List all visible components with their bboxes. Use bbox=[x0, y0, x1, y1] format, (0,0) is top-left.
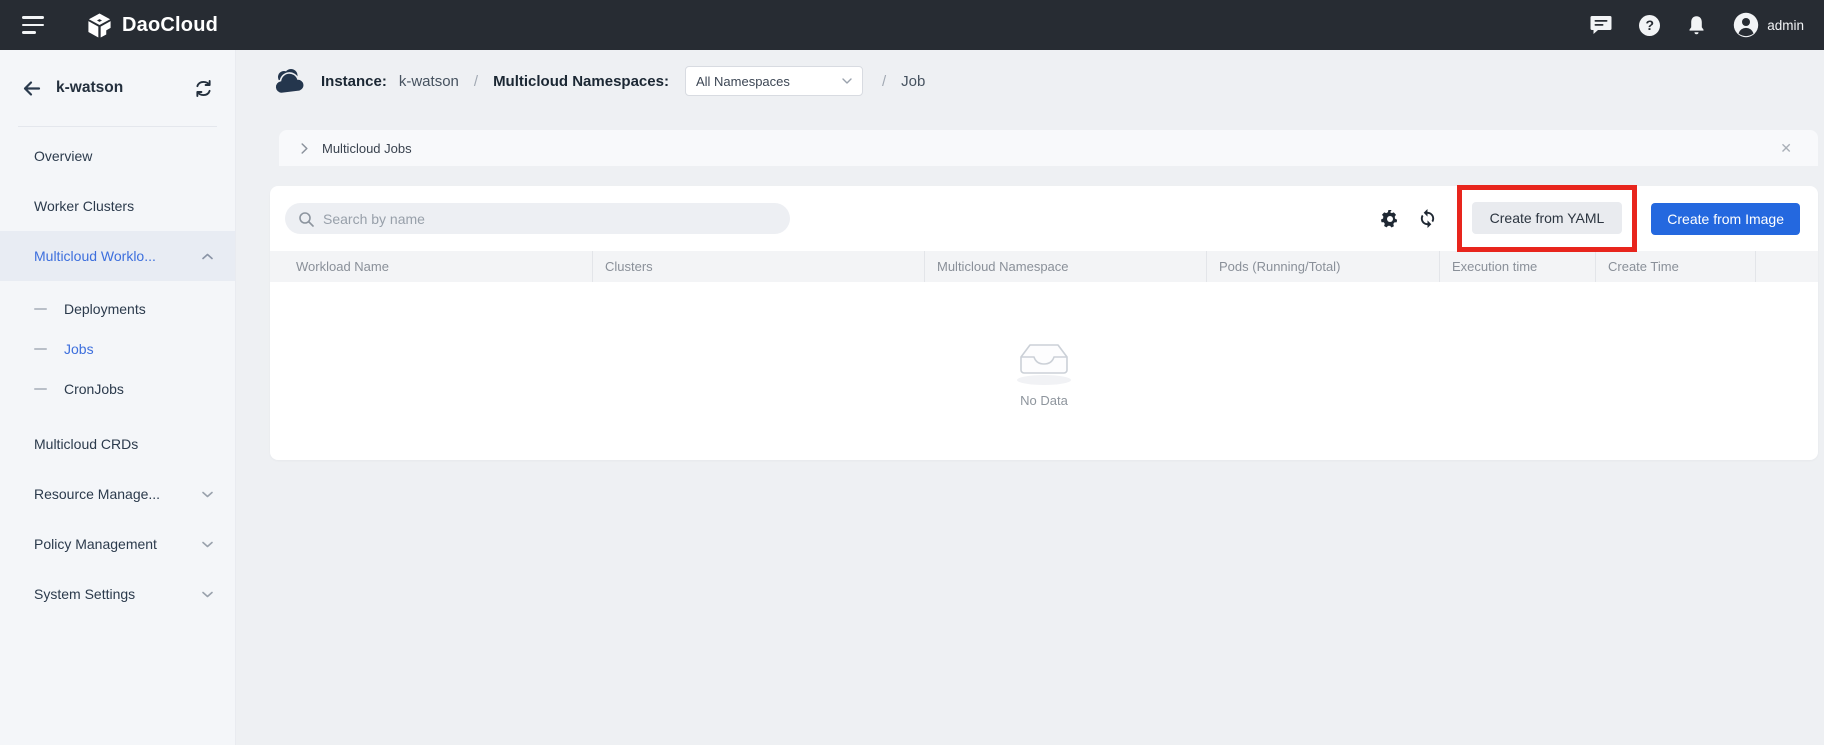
column-header-multicloud-namespace[interactable]: Multicloud Namespace bbox=[925, 251, 1207, 282]
page-title: Job bbox=[901, 72, 926, 90]
dash-icon bbox=[34, 308, 47, 310]
brand-name: DaoCloud bbox=[122, 13, 219, 36]
toolbar: Create from YAML Create from Image bbox=[270, 185, 1818, 252]
empty-state: No Data bbox=[270, 282, 1818, 460]
sidebar-item-multicloud-crds[interactable]: Multicloud CRDs bbox=[0, 419, 235, 469]
column-header-clusters[interactable]: Clusters bbox=[593, 251, 925, 282]
search-input[interactable] bbox=[323, 210, 777, 227]
chevron-down-icon bbox=[202, 591, 213, 598]
column-header-workload-name[interactable]: Workload Name bbox=[270, 251, 593, 282]
messages-icon[interactable] bbox=[1590, 15, 1612, 35]
user-name: admin bbox=[1767, 17, 1804, 33]
namespace-selected-value: All Namespaces bbox=[695, 73, 790, 89]
top-bar: DaoCloud ? admin bbox=[0, 0, 1824, 50]
user-avatar-icon bbox=[1733, 12, 1759, 38]
daocloud-cube-icon bbox=[86, 12, 113, 39]
instance-title: k-watson bbox=[56, 79, 124, 96]
sidebar-item-worker-clusters[interactable]: Worker Clusters bbox=[0, 181, 235, 231]
search-box[interactable] bbox=[285, 203, 790, 234]
main-area: Instance: k-watson / Multicloud Namespac… bbox=[236, 50, 1824, 745]
empty-state-text: No Data bbox=[1020, 392, 1068, 408]
instance-value[interactable]: k-watson bbox=[399, 73, 459, 90]
cloud-icon bbox=[272, 68, 309, 95]
instance-label: Instance: bbox=[321, 72, 387, 90]
search-icon bbox=[298, 211, 314, 227]
sidebar-item-deployments[interactable]: Deployments bbox=[0, 289, 235, 329]
chevron-right-icon[interactable] bbox=[301, 142, 308, 154]
tab-title: Multicloud Jobs bbox=[322, 140, 412, 156]
sidebar-item-overview[interactable]: Overview bbox=[0, 131, 235, 181]
sidebar: k-watson Overview Worker Clusters Multic… bbox=[0, 50, 236, 745]
sidebar-item-policy-management[interactable]: Policy Management bbox=[0, 519, 235, 569]
create-from-image-button[interactable]: Create from Image bbox=[1651, 202, 1800, 235]
chevron-down-icon bbox=[842, 78, 852, 84]
sidebar-item-multicloud-workloads[interactable]: Multicloud Worklo... bbox=[0, 231, 235, 281]
breadcrumb-separator: / bbox=[881, 72, 887, 90]
sidebar-item-resource-management[interactable]: Resource Manage... bbox=[0, 469, 235, 519]
breadcrumb-separator: / bbox=[473, 72, 479, 90]
column-header-create-time[interactable]: Create Time bbox=[1596, 251, 1756, 282]
hamburger-menu-icon[interactable] bbox=[22, 16, 46, 34]
user-menu[interactable]: admin bbox=[1733, 12, 1804, 38]
column-header-actions bbox=[1756, 251, 1818, 282]
gear-icon[interactable] bbox=[1380, 209, 1400, 229]
switch-instance-icon[interactable] bbox=[194, 79, 213, 97]
empty-box-icon bbox=[1011, 335, 1077, 387]
back-arrow-icon[interactable] bbox=[22, 80, 41, 97]
refresh-icon[interactable] bbox=[1418, 208, 1437, 229]
help-icon[interactable]: ? bbox=[1639, 14, 1661, 36]
dash-icon bbox=[34, 348, 47, 350]
jobs-panel: Create from YAML Create from Image Workl… bbox=[270, 185, 1818, 460]
highlight-box: Create from YAML bbox=[1456, 185, 1638, 252]
namespace-select[interactable]: All Namespaces bbox=[684, 66, 863, 96]
column-header-pods[interactable]: Pods (Running/Total) bbox=[1207, 251, 1440, 282]
sidebar-item-jobs[interactable]: Jobs bbox=[0, 329, 235, 369]
column-header-execution-time[interactable]: Execution time bbox=[1440, 251, 1596, 282]
chevron-up-icon bbox=[202, 253, 213, 260]
sidebar-item-cronjobs[interactable]: CronJobs bbox=[0, 369, 235, 409]
close-icon[interactable]: ✕ bbox=[1780, 140, 1792, 157]
chevron-down-icon bbox=[202, 491, 213, 498]
brand-logo[interactable]: DaoCloud bbox=[86, 12, 218, 39]
page-tab-bar: Multicloud Jobs ✕ bbox=[279, 130, 1818, 166]
sidebar-item-system-settings[interactable]: System Settings bbox=[0, 569, 235, 619]
table-header-row: Workload Name Clusters Multicloud Namesp… bbox=[270, 251, 1818, 282]
chevron-down-icon bbox=[202, 541, 213, 548]
namespaces-label: Multicloud Namespaces: bbox=[493, 72, 669, 90]
create-from-yaml-button[interactable]: Create from YAML bbox=[1471, 202, 1623, 234]
dash-icon bbox=[34, 388, 47, 390]
instance-header: Instance: k-watson / Multicloud Namespac… bbox=[236, 50, 1824, 112]
notifications-bell-icon[interactable] bbox=[1687, 15, 1706, 36]
